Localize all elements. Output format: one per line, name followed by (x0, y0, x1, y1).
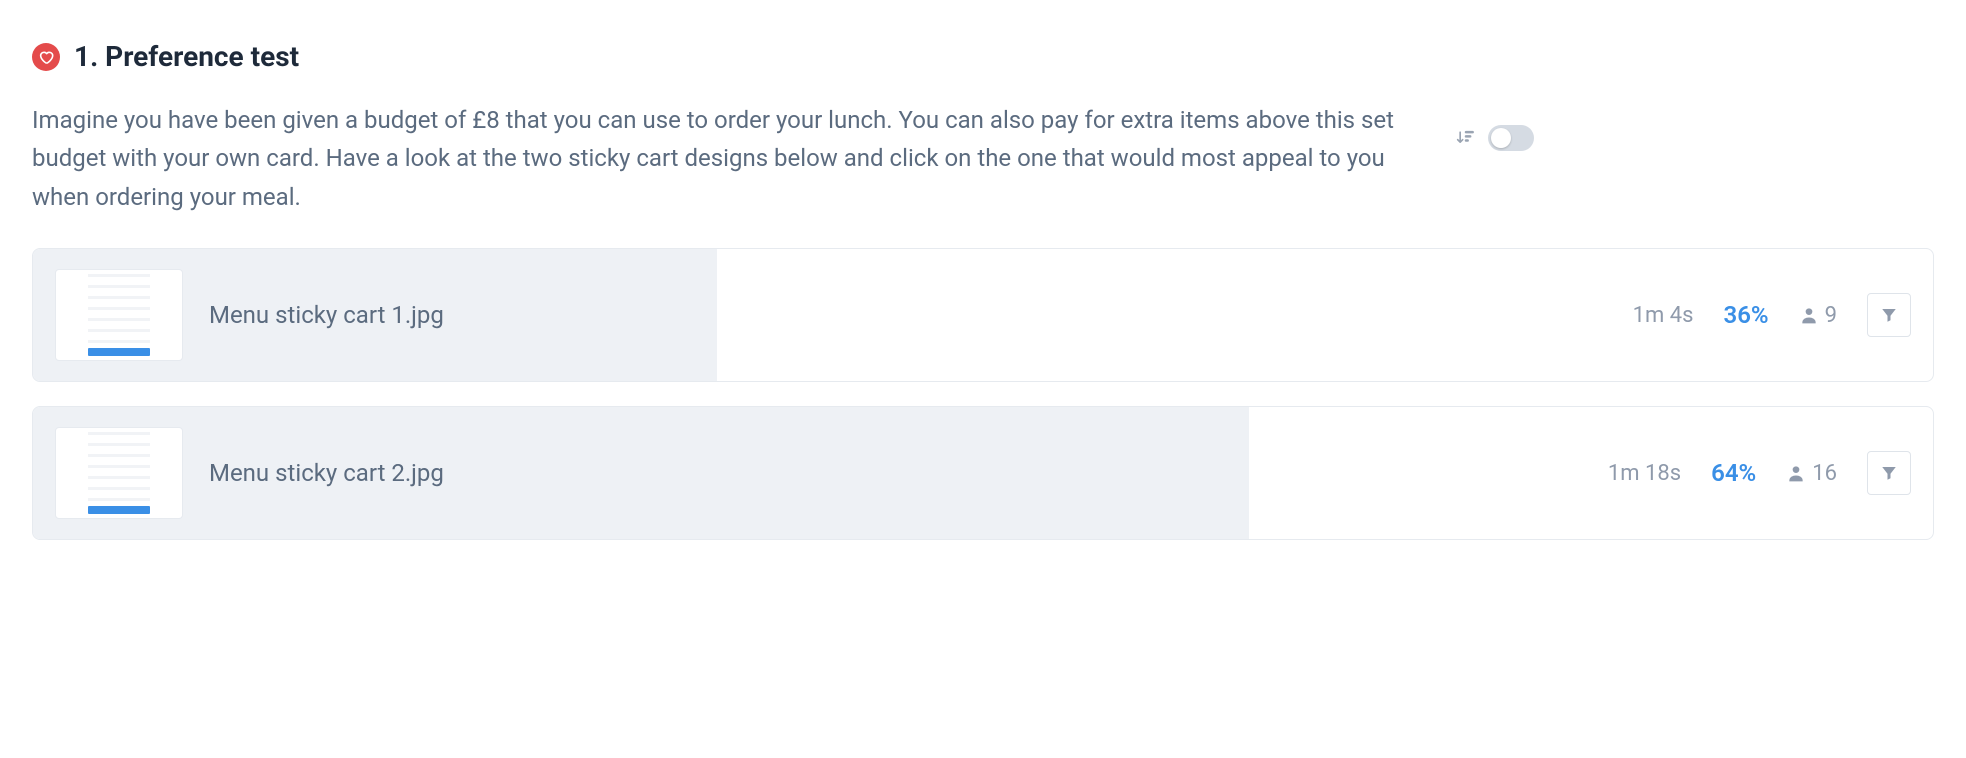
filter-button[interactable] (1867, 451, 1911, 495)
funnel-icon (1880, 464, 1898, 482)
result-row-content: Menu sticky cart 1.jpg 1m 4s 36% 9 (33, 251, 1933, 379)
result-row[interactable]: Menu sticky cart 1.jpg 1m 4s 36% 9 (32, 248, 1934, 382)
view-toggle[interactable] (1488, 125, 1534, 151)
result-row[interactable]: Menu sticky cart 2.jpg 1m 18s 64% 16 (32, 406, 1934, 540)
section-controls (1456, 101, 1534, 151)
results-list: Menu sticky cart 1.jpg1m 4s36%9Menu stic… (32, 248, 1934, 540)
result-percent: 64% (1711, 459, 1756, 487)
funnel-icon (1880, 306, 1898, 324)
person-icon (1799, 305, 1819, 325)
filter-button[interactable] (1867, 293, 1911, 337)
result-row-content: Menu sticky cart 2.jpg 1m 18s 64% 16 (33, 409, 1933, 537)
result-time: 1m 18s (1608, 461, 1681, 486)
section-description: Imagine you have been given a budget of … (32, 101, 1432, 216)
result-stats: 1m 4s 36% 9 (1633, 293, 1911, 337)
heart-icon (32, 43, 60, 71)
person-icon (1786, 463, 1806, 483)
result-participants-count: 9 (1825, 303, 1837, 328)
sort-descending-icon[interactable] (1456, 128, 1476, 148)
result-participants: 9 (1799, 303, 1837, 328)
result-thumbnail[interactable] (55, 269, 183, 361)
description-row: Imagine you have been given a budget of … (32, 101, 1934, 216)
section-header: 1. Preference test (32, 40, 1934, 73)
result-time: 1m 4s (1633, 303, 1694, 328)
result-filename: Menu sticky cart 2.jpg (209, 459, 1582, 487)
result-participants: 16 (1786, 461, 1837, 486)
result-thumbnail[interactable] (55, 427, 183, 519)
result-filename: Menu sticky cart 1.jpg (209, 301, 1607, 329)
result-stats: 1m 18s 64% 16 (1608, 451, 1911, 495)
result-participants-count: 16 (1812, 461, 1837, 486)
result-percent: 36% (1723, 301, 1768, 329)
section-title: 1. Preference test (74, 40, 299, 73)
